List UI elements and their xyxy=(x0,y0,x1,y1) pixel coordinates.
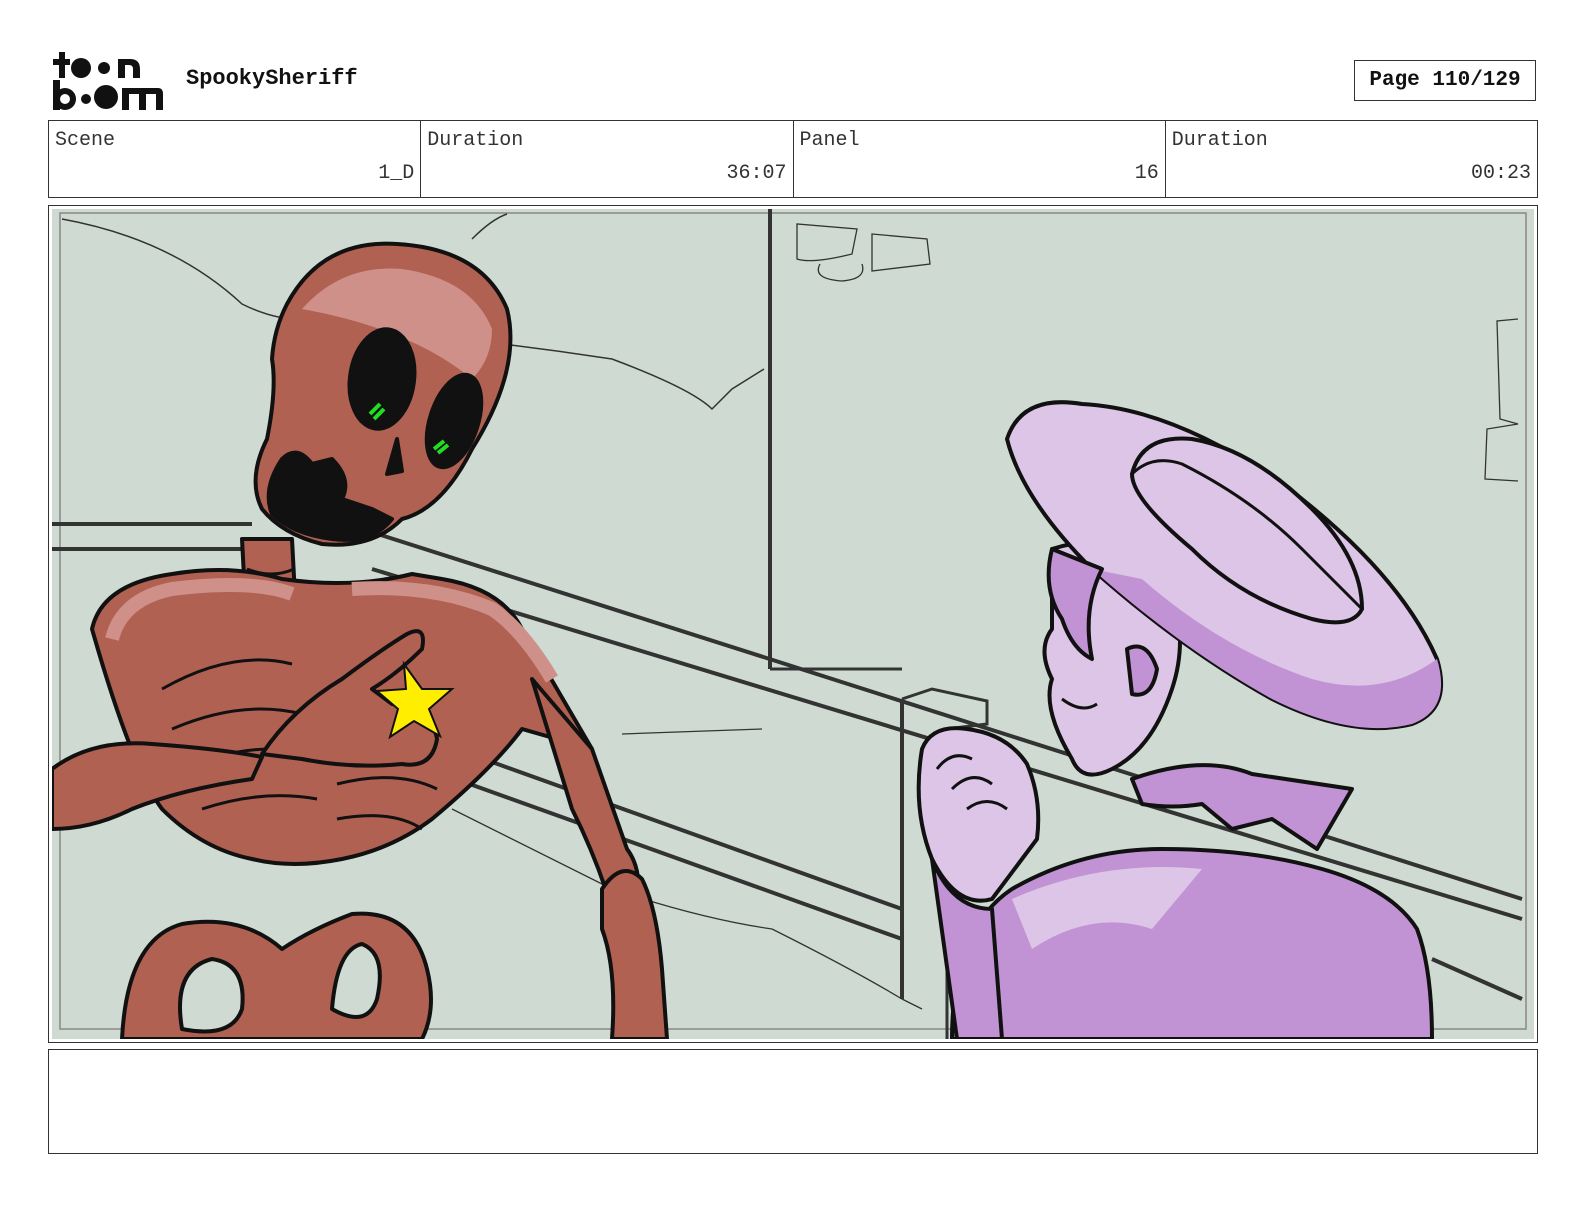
scene-duration-cell: Duration 36:07 xyxy=(421,121,794,197)
panel-label: Panel xyxy=(799,129,860,152)
project-title: SpookySheriff xyxy=(186,66,358,91)
panel-info-row: Scene 1_D Duration 36:07 Panel 16 Durati… xyxy=(48,120,1538,198)
scene-label: Scene xyxy=(55,129,116,152)
panel-duration-cell: Duration 00:23 xyxy=(1166,121,1537,197)
panel-cell: Panel 16 xyxy=(794,121,1166,197)
toon-boom-logo-icon xyxy=(53,52,163,110)
toon-boom-logo xyxy=(50,50,164,112)
scene-duration-value: 36:07 xyxy=(726,162,787,185)
page-indicator: Page 110/129 xyxy=(1354,60,1536,101)
scene-cell: Scene 1_D xyxy=(49,121,422,197)
scene-value: 1_D xyxy=(378,162,415,185)
panel-duration-value: 00:23 xyxy=(1470,162,1531,185)
panel-duration-label: Duration xyxy=(1171,129,1268,152)
scene-duration-label: Duration xyxy=(427,129,524,152)
panel-notes-box xyxy=(48,1049,1538,1154)
panel-value: 16 xyxy=(1134,162,1159,185)
panel-artwork xyxy=(52,209,1534,1039)
storyboard-panel xyxy=(48,205,1538,1043)
